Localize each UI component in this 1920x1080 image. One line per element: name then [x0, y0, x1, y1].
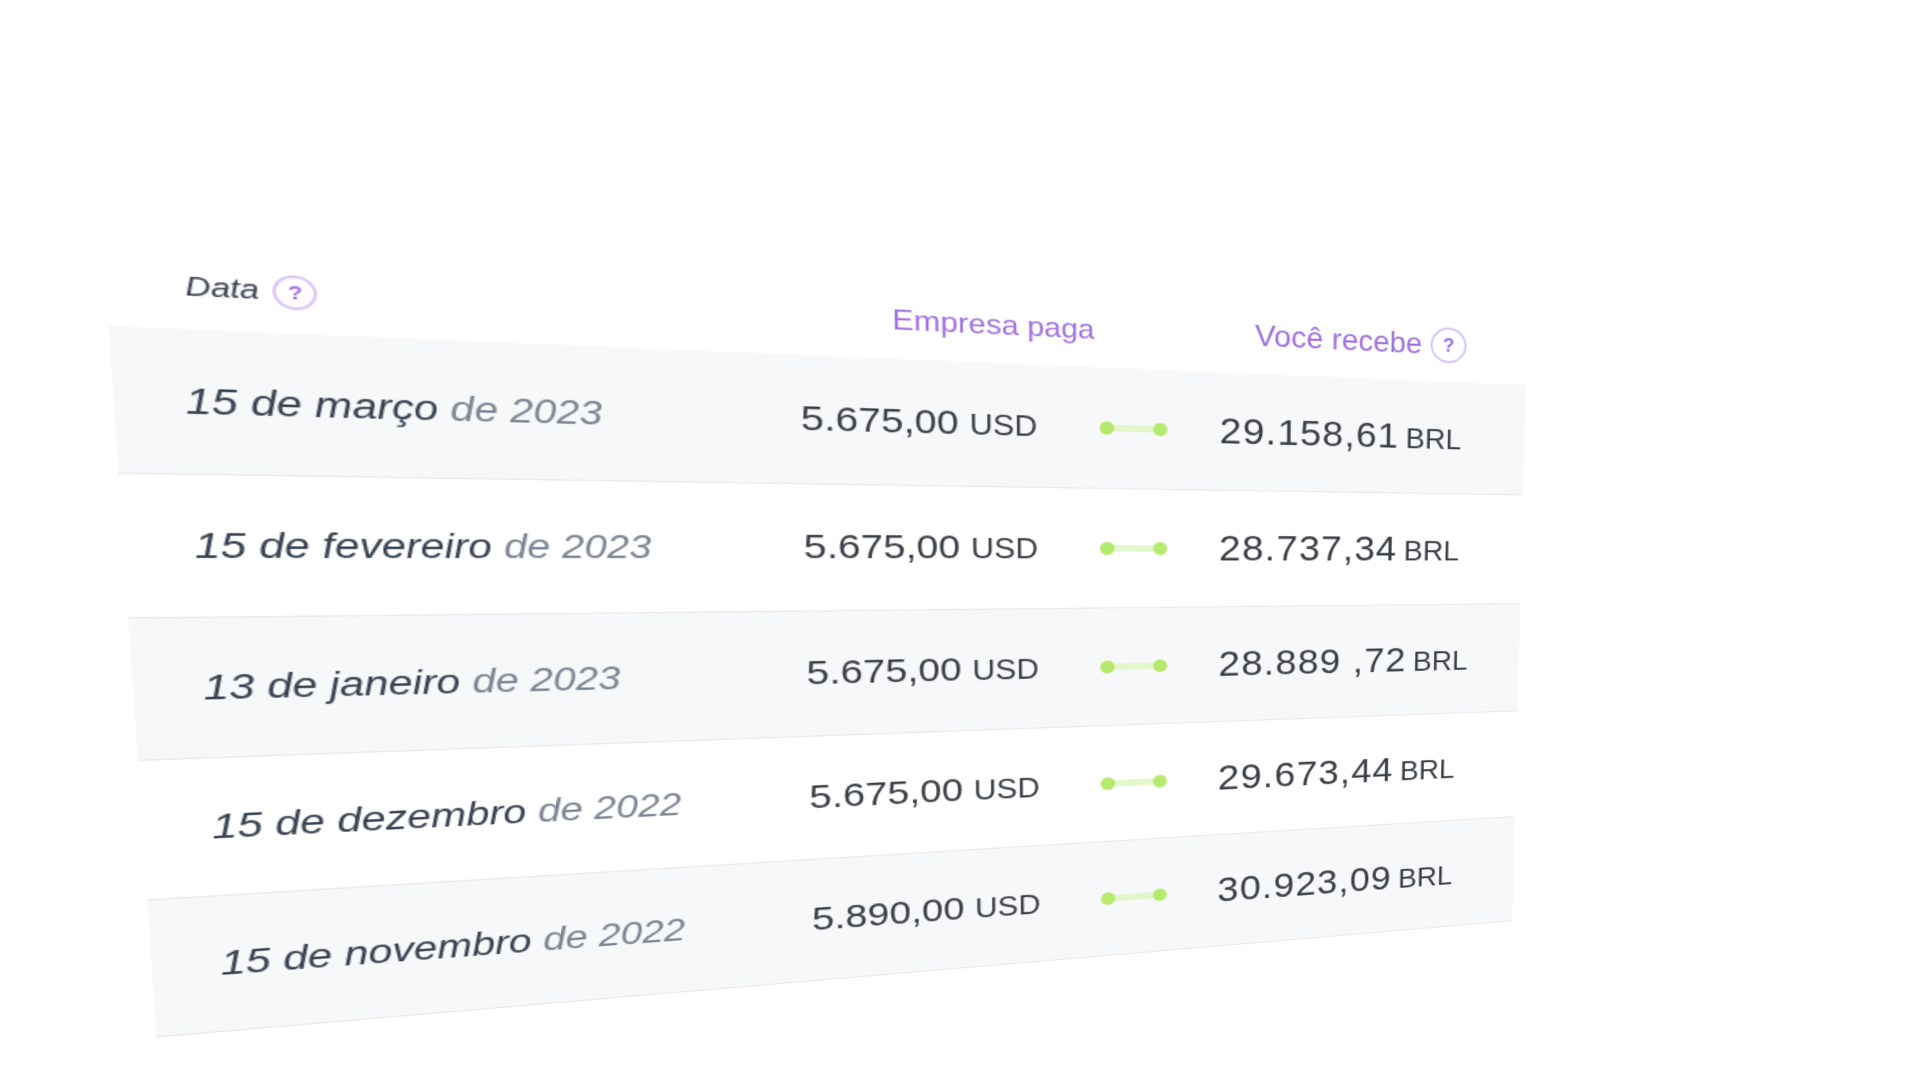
- row-date: 13 de janeiro de 2023: [202, 660, 621, 708]
- paid-currency: USD: [970, 533, 1039, 565]
- table-row: 15 de fevereiro de 2023 5.675,00 USD 28.…: [118, 473, 1523, 619]
- header-you-receive: Você recebe ?: [1254, 317, 1468, 364]
- company-paid: 5.675,00 USD: [803, 528, 1038, 568]
- date-main: 15 de fevereiro: [192, 525, 493, 566]
- row-date: 15 de março de 2023: [184, 381, 603, 433]
- row-date: 15 de dezembro de 2022: [211, 786, 682, 846]
- paid-amount: 5.675,00: [806, 651, 962, 693]
- date-main: 15 de dezembro: [210, 793, 528, 846]
- header-date: Data ?: [184, 270, 319, 312]
- you-receive: 29.673,44 BRL: [1218, 748, 1455, 799]
- row-date: 15 de novembro de 2022: [219, 912, 686, 983]
- company-paid: 5.675,00 USD: [809, 769, 1040, 818]
- payments-table: Data ? Empresa paga Você recebe ? 15 de …: [101, 207, 1528, 1038]
- you-receive: 30.923,09 BRL: [1217, 854, 1453, 910]
- paid-amount: 5.890,00: [811, 890, 965, 939]
- date-main: 15 de novembro: [219, 922, 533, 982]
- header-company-pays-label: Empresa paga: [891, 304, 1095, 346]
- date-main: 15 de março: [183, 380, 440, 428]
- conversion-connector-icon: [1099, 420, 1168, 437]
- paid-currency: USD: [972, 654, 1039, 687]
- paid-currency: USD: [969, 409, 1038, 443]
- date-year: de 2022: [542, 911, 686, 958]
- received-amount: 28.737,34: [1218, 527, 1398, 569]
- date-year: de 2023: [471, 659, 622, 700]
- you-receive: 28.889 ,72 BRL: [1218, 639, 1468, 685]
- date-help-icon[interactable]: ?: [272, 274, 319, 312]
- received-amount: 29.158,61: [1219, 409, 1400, 456]
- received-amount: 28.889 ,72: [1218, 640, 1407, 684]
- header-date-label: Data: [184, 271, 261, 305]
- received-currency: BRL: [1412, 645, 1468, 677]
- conversion-connector-icon: [1100, 658, 1168, 675]
- company-paid: 5.890,00 USD: [812, 885, 1041, 939]
- company-paid: 5.675,00 USD: [806, 650, 1039, 694]
- paid-amount: 5.675,00: [808, 772, 964, 817]
- conversion-connector-icon: [1099, 541, 1168, 556]
- date-year: de 2022: [536, 786, 682, 829]
- conversion-connector-icon: [1100, 887, 1167, 906]
- header-company-pays: Empresa paga: [892, 304, 1095, 346]
- row-date: 15 de fevereiro de 2023: [193, 526, 652, 567]
- company-paid: 5.675,00 USD: [800, 399, 1037, 445]
- received-currency: BRL: [1399, 753, 1455, 786]
- received-currency: BRL: [1405, 422, 1462, 456]
- paid-amount: 5.675,00: [800, 398, 959, 443]
- stage: Data ? Empresa paga Você recebe ? 15 de …: [0, 0, 1920, 1080]
- date-year: de 2023: [449, 389, 603, 432]
- header-you-receive-label: Você recebe: [1254, 318, 1423, 360]
- date-main: 13 de janeiro: [201, 662, 462, 707]
- received-currency: BRL: [1397, 860, 1453, 894]
- you-receive: 29.158,61 BRL: [1219, 410, 1461, 458]
- paid-currency: USD: [973, 772, 1040, 807]
- you-receive: 28.737,34 BRL: [1219, 528, 1460, 570]
- paid-currency: USD: [974, 889, 1041, 925]
- received-currency: BRL: [1403, 535, 1460, 567]
- paid-amount: 5.675,00: [803, 527, 961, 567]
- conversion-connector-icon: [1100, 773, 1167, 791]
- date-year: de 2023: [502, 527, 652, 565]
- received-amount: 29.673,44: [1217, 750, 1394, 798]
- received-amount: 30.923,09: [1217, 858, 1393, 910]
- receive-help-icon[interactable]: ?: [1430, 326, 1468, 364]
